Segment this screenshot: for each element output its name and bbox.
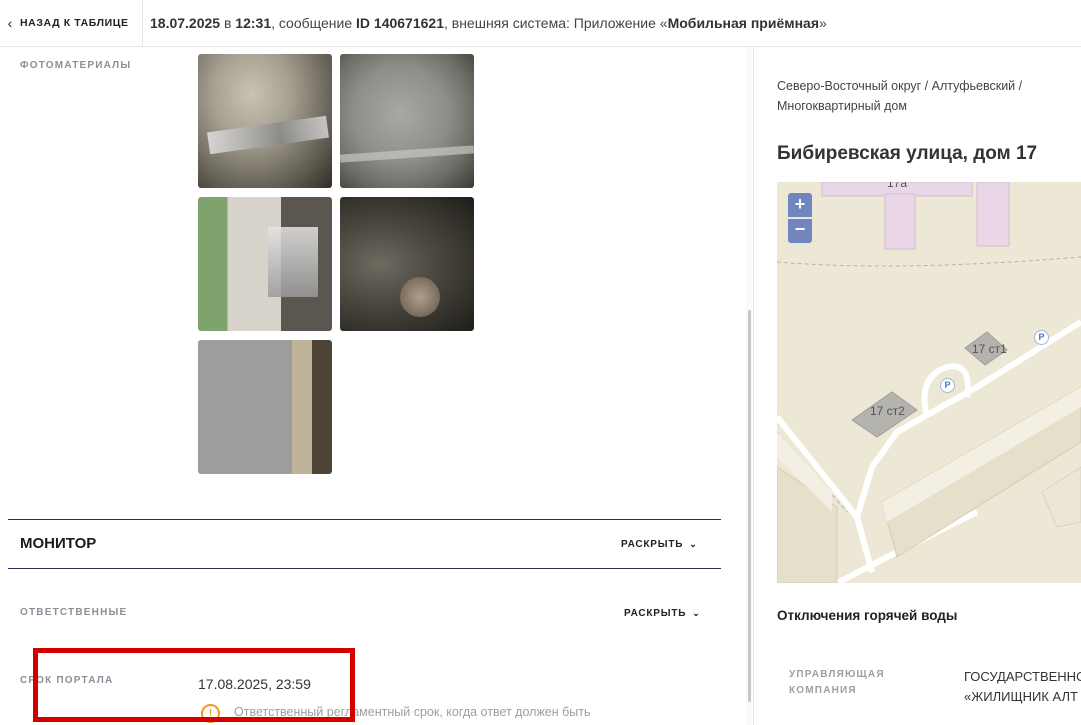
app-name: Мобильная приёмная [667, 15, 820, 31]
back-to-table-button[interactable]: ‹ НАЗАД К ТАБЛИЦЕ [0, 0, 143, 46]
monitor-expand-label: РАСКРЫТЬ [621, 539, 684, 550]
breadcrumb-line: Северо-Восточный округ / Алтуфьевский / [777, 79, 1023, 93]
message-text: , сообщение [271, 15, 357, 31]
chevron-left-icon: ‹ [7, 15, 13, 31]
building-label: 17а [887, 182, 908, 190]
photos-label: ФОТОМАТЕРИАЛЫ [20, 60, 132, 71]
back-to-table-label: НАЗАД К ТАБЛИЦЕ [20, 17, 129, 29]
address-title: Бибиревская улица, дом 17 [777, 143, 1038, 164]
monitor-divider-bottom [8, 568, 721, 569]
message-id: ID 140671621 [356, 15, 444, 31]
hot-water-outage-link[interactable]: Отключения горячей воды [777, 608, 957, 623]
chevron-down-icon: ⌄ [689, 539, 698, 549]
management-label-line: КОМПАНИЯ [789, 685, 857, 696]
parking-icon: P [940, 378, 955, 393]
scrollbar-thumb[interactable] [748, 310, 751, 702]
photo-thumbnail[interactable] [198, 197, 332, 331]
location-breadcrumb: Северо-Восточный округ / Алтуфьевский / … [777, 76, 1077, 116]
zoom-out-button[interactable]: − [788, 219, 812, 243]
management-value-line: «ЖИЛИЩНИК АЛТ [964, 689, 1078, 704]
location-map[interactable]: + − 17а 17 ст1 17 ст2 P P [777, 182, 1081, 583]
chevron-down-icon: ⌄ [692, 608, 701, 618]
map-zoom-controls: + − [788, 193, 812, 243]
management-company-label: УПРАВЛЯЮЩАЯ КОМПАНИЯ [789, 667, 885, 699]
monitor-title: МОНИТОР [20, 535, 97, 552]
message-date: 18.07.2025 [150, 15, 221, 31]
building-label: 17 ст2 [870, 404, 905, 418]
message-details-panel: ФОТОМАТЕРИАЛЫ МОНИТОР РАСКРЫТЬ ⌄ ОТВЕТСТ… [0, 47, 752, 725]
message-at: в [220, 15, 236, 31]
close-quote: » [819, 15, 827, 31]
responsible-expand-label: РАСКРЫТЬ [624, 608, 687, 619]
message-time: 12:31 [235, 15, 272, 31]
management-value-line: ГОСУДАРСТВЕННОЕ [964, 669, 1081, 684]
highlight-box [33, 648, 355, 722]
responsible-label: ОТВЕТСТВЕННЫЕ [20, 607, 128, 618]
message-title: 18.07.2025 в 12:31, сообщение ID 1406716… [150, 0, 827, 46]
photo-thumbnail[interactable] [198, 340, 332, 474]
parking-icon: P [1034, 330, 1049, 345]
management-label-line: УПРАВЛЯЮЩАЯ [789, 669, 885, 680]
external-system-text: , внешняя система: Приложение « [443, 15, 668, 31]
photo-thumbnail[interactable] [340, 197, 474, 331]
zoom-in-button[interactable]: + [788, 193, 812, 217]
building-label: 17 ст1 [972, 342, 1007, 356]
photo-thumbnail[interactable] [340, 54, 474, 188]
monitor-divider-top [8, 519, 721, 520]
monitor-expand-button[interactable]: РАСКРЫТЬ ⌄ [621, 539, 698, 550]
top-header: ‹ НАЗАД К ТАБЛИЦЕ 18.07.2025 в 12:31, со… [0, 0, 1081, 47]
responsible-expand-button[interactable]: РАСКРЫТЬ ⌄ [624, 608, 701, 619]
management-company-value: ГОСУДАРСТВЕННОЕ «ЖИЛИЩНИК АЛТ [964, 667, 1081, 707]
location-panel: Северо-Восточный округ / Алтуфьевский / … [754, 47, 1081, 725]
breadcrumb-line: Многоквартирный дом [777, 99, 907, 113]
map-canvas [777, 182, 1081, 583]
photo-thumbnail[interactable] [198, 54, 332, 188]
